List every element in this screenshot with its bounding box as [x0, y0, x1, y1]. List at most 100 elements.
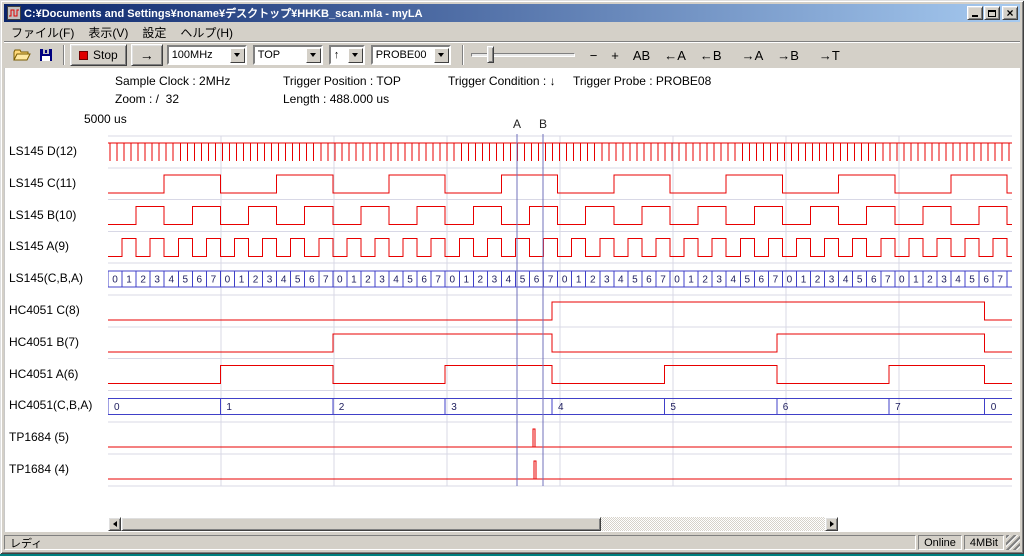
menubar: ファイル(F) 表示(V) 設定 ヘルプ(H) [4, 23, 1020, 41]
svg-text:6: 6 [983, 275, 989, 286]
svg-text:7: 7 [885, 275, 891, 286]
svg-text:A: A [513, 117, 521, 131]
goto-a-left-button[interactable]: ←A [659, 46, 691, 65]
scroll-left-button[interactable] [108, 517, 121, 531]
horizontal-scrollbar[interactable] [108, 517, 838, 531]
menu-view[interactable]: 表示(V) [81, 23, 135, 42]
svg-text:2: 2 [702, 275, 708, 286]
titlebar[interactable]: C:¥Documents and Settings¥noname¥デスクトップ¥… [4, 4, 1020, 22]
svg-text:0: 0 [225, 275, 231, 286]
goto-a-right-button[interactable]: →A [737, 46, 769, 65]
svg-text:3: 3 [154, 275, 160, 286]
zoom-slider[interactable] [471, 45, 575, 65]
trigger-position-value: TOP [255, 49, 306, 61]
svg-text:4: 4 [955, 275, 961, 286]
resize-grip[interactable] [1006, 535, 1020, 550]
probe-select[interactable]: PROBE00 [371, 45, 451, 65]
open-folder-icon [13, 48, 31, 62]
zoom-in-button[interactable]: + [606, 46, 624, 65]
channel-label[interactable]: LS145 D(12) [9, 144, 77, 158]
toolbar-separator [462, 45, 464, 65]
svg-text:6: 6 [646, 275, 652, 286]
svg-text:2: 2 [339, 402, 345, 413]
toolbar: Stop → 100MHz TOP ↑ PROBE00 − + AB ←A [4, 41, 1020, 68]
probe-select-dropdown[interactable] [434, 48, 449, 63]
svg-text:1: 1 [688, 275, 694, 286]
trigger-position-dropdown[interactable] [306, 48, 321, 63]
svg-text:5: 5 [295, 275, 301, 286]
zoom-info: Zoom : / 32 [115, 92, 179, 106]
app-window: C:¥Documents and Settings¥noname¥デスクトップ¥… [0, 0, 1024, 554]
scroll-right-button[interactable] [825, 517, 838, 531]
svg-text:3: 3 [492, 275, 498, 286]
channel-label[interactable]: HC4051(C,B,A) [9, 398, 92, 412]
channel-label[interactable]: LS145 A(9) [9, 239, 69, 253]
svg-text:2: 2 [815, 275, 821, 286]
channel-label[interactable]: LS145 C(11) [9, 176, 76, 190]
sample-clock-info: Sample Clock : 2MHz [115, 74, 230, 88]
minimize-button[interactable] [967, 6, 983, 20]
toolbar-separator [63, 45, 65, 65]
svg-text:1: 1 [239, 275, 245, 286]
svg-text:3: 3 [267, 275, 273, 286]
goto-b-right-button[interactable]: →B [772, 46, 804, 65]
trigger-position-select[interactable]: TOP [253, 45, 323, 65]
svg-text:B: B [539, 117, 547, 131]
channel-label[interactable]: HC4051 B(7) [9, 335, 79, 349]
svg-text:0: 0 [112, 275, 118, 286]
open-button[interactable] [10, 44, 34, 66]
window-controls: × [966, 6, 1018, 20]
channel-label[interactable]: LS145 B(10) [9, 208, 76, 222]
svg-text:0: 0 [787, 275, 793, 286]
menu-help[interactable]: ヘルプ(H) [173, 23, 240, 42]
svg-text:0: 0 [991, 402, 997, 413]
goto-b-left-button[interactable]: ←B [695, 46, 727, 65]
maximize-button[interactable] [984, 6, 1000, 20]
channel-label[interactable]: LS145(C,B,A) [9, 271, 83, 285]
scrollbar-thumb[interactable] [121, 517, 601, 531]
svg-text:1: 1 [801, 275, 807, 286]
stop-label: Stop [93, 48, 118, 62]
svg-text:3: 3 [941, 275, 947, 286]
trigger-edge-dropdown[interactable] [348, 48, 363, 63]
close-button[interactable]: × [1002, 6, 1018, 20]
menu-file[interactable]: ファイル(F) [4, 23, 81, 42]
svg-text:4: 4 [843, 275, 849, 286]
menu-settings[interactable]: 設定 [135, 23, 173, 42]
svg-text:6: 6 [534, 275, 540, 286]
svg-text:0: 0 [562, 275, 568, 286]
svg-text:7: 7 [323, 275, 329, 286]
ab-button[interactable]: AB [628, 46, 655, 65]
svg-text:7: 7 [660, 275, 666, 286]
status-memory: 4MBit [964, 535, 1004, 550]
clock-select[interactable]: 100MHz [167, 45, 247, 65]
svg-text:2: 2 [927, 275, 933, 286]
svg-text:5: 5 [744, 275, 750, 286]
zoom-out-button[interactable]: − [585, 46, 603, 65]
zoom-slider-thumb[interactable] [487, 46, 494, 63]
channel-label[interactable]: TP1684 (5) [9, 430, 69, 444]
trigger-edge-select[interactable]: ↑ [329, 45, 365, 65]
channel-label[interactable]: HC4051 A(6) [9, 367, 78, 381]
run-button[interactable]: → [131, 44, 163, 66]
svg-text:2: 2 [590, 275, 596, 286]
svg-text:1: 1 [351, 275, 357, 286]
channel-label[interactable]: TP1684 (4) [9, 462, 69, 476]
svg-text:6: 6 [783, 402, 789, 413]
statusbar: レディ Online 4MBit [4, 534, 1020, 551]
stop-button[interactable]: Stop [70, 44, 127, 66]
waveform-area[interactable]: 0123456701234567012345670123456701234567… [108, 112, 1016, 508]
svg-text:6: 6 [759, 275, 765, 286]
trigger-probe-info: Trigger Probe : PROBE08 [573, 74, 711, 88]
svg-text:4: 4 [506, 275, 512, 286]
svg-text:3: 3 [451, 402, 457, 413]
probe-select-value: PROBE00 [373, 49, 434, 61]
channel-wave [108, 143, 1012, 161]
svg-text:5: 5 [857, 275, 863, 286]
save-button[interactable] [34, 44, 58, 66]
goto-trigger-button[interactable]: →T [814, 46, 845, 65]
chevron-down-icon [234, 53, 240, 60]
channel-label[interactable]: HC4051 C(8) [9, 303, 80, 317]
clock-select-dropdown[interactable] [230, 48, 245, 63]
svg-text:3: 3 [829, 275, 835, 286]
